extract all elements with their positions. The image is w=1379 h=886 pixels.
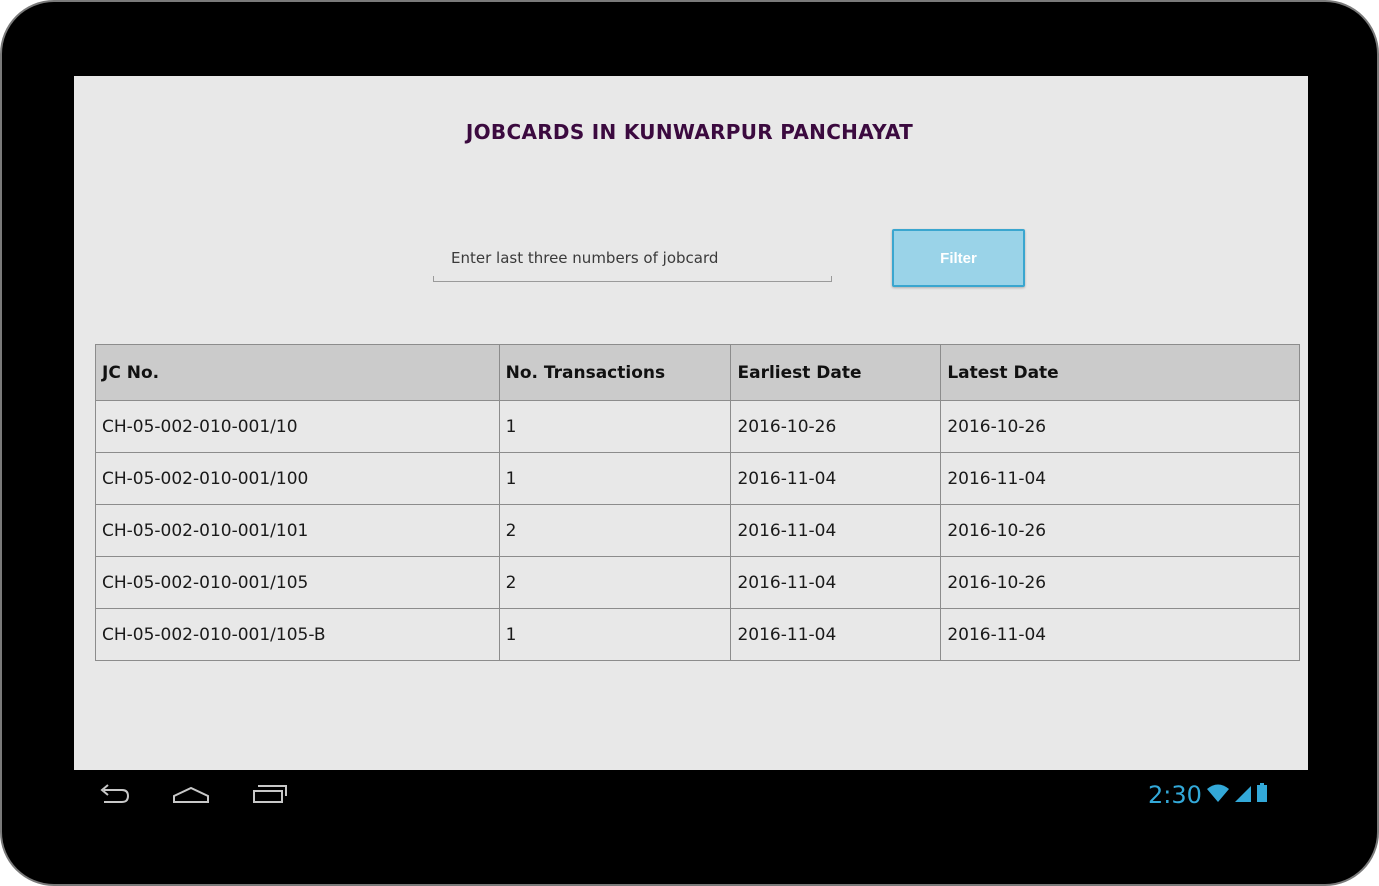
cell-jc-no: CH-05-002-010-001/101 (95, 504, 500, 557)
table-row[interactable]: CH-05-002-010-001/101 2 2016-11-04 2016-… (95, 504, 1300, 557)
search-underline (433, 281, 832, 282)
cell-jc-no: CH-05-002-010-001/105-B (95, 608, 500, 661)
cell-jc-no: CH-05-002-010-001/100 (95, 452, 500, 505)
header-no-transactions[interactable]: No. Transactions (498, 344, 732, 401)
cell-latest-date: 2016-10-26 (940, 556, 1300, 609)
cell-earliest-date: 2016-11-04 (730, 504, 942, 557)
cell-earliest-date: 2016-11-04 (730, 452, 942, 505)
jobcard-search-field[interactable] (433, 240, 833, 284)
signal-icon (1234, 782, 1252, 808)
cell-latest-date: 2016-10-26 (940, 400, 1300, 453)
home-icon[interactable] (170, 780, 212, 812)
clock-time: 2:30 (1148, 781, 1202, 809)
cell-jc-no: CH-05-002-010-001/10 (95, 400, 500, 453)
search-underline-left-tick (433, 276, 434, 282)
back-icon[interactable] (94, 780, 134, 812)
cell-no-transactions: 1 (498, 452, 732, 505)
cell-no-transactions: 2 (498, 556, 732, 609)
header-latest-date[interactable]: Latest Date (940, 344, 1300, 401)
wifi-icon (1206, 782, 1230, 808)
table-row[interactable]: CH-05-002-010-001/100 1 2016-11-04 2016-… (95, 452, 1300, 505)
filter-button[interactable]: Filter (892, 229, 1025, 287)
cell-no-transactions: 1 (498, 608, 732, 661)
cell-latest-date: 2016-10-26 (940, 504, 1300, 557)
recent-apps-icon[interactable] (248, 780, 288, 812)
table-header-row: JC No. No. Transactions Earliest Date La… (95, 344, 1300, 401)
header-earliest-date[interactable]: Earliest Date (730, 344, 942, 401)
cell-earliest-date: 2016-10-26 (730, 400, 942, 453)
jobcard-search-input[interactable] (433, 240, 831, 276)
table-row[interactable]: CH-05-002-010-001/105 2 2016-11-04 2016-… (95, 556, 1300, 609)
page-title: JOBCARDS IN KUNWARPUR PANCHAYAT (465, 120, 914, 144)
battery-icon (1256, 782, 1268, 808)
table-row[interactable]: CH-05-002-010-001/105-B 1 2016-11-04 201… (95, 608, 1300, 661)
cell-jc-no: CH-05-002-010-001/105 (95, 556, 500, 609)
jobcards-table: JC No. No. Transactions Earliest Date La… (95, 344, 1300, 661)
cell-earliest-date: 2016-11-04 (730, 556, 942, 609)
status-area: 2:30 (1148, 780, 1268, 810)
cell-latest-date: 2016-11-04 (940, 608, 1300, 661)
table-row[interactable]: CH-05-002-010-001/10 1 2016-10-26 2016-1… (95, 400, 1300, 453)
cell-latest-date: 2016-11-04 (940, 452, 1300, 505)
cell-earliest-date: 2016-11-04 (730, 608, 942, 661)
system-nav-bar (74, 770, 1308, 820)
cell-no-transactions: 2 (498, 504, 732, 557)
search-underline-right-tick (831, 276, 832, 282)
header-jc-no[interactable]: JC No. (95, 344, 500, 401)
cell-no-transactions: 1 (498, 400, 732, 453)
